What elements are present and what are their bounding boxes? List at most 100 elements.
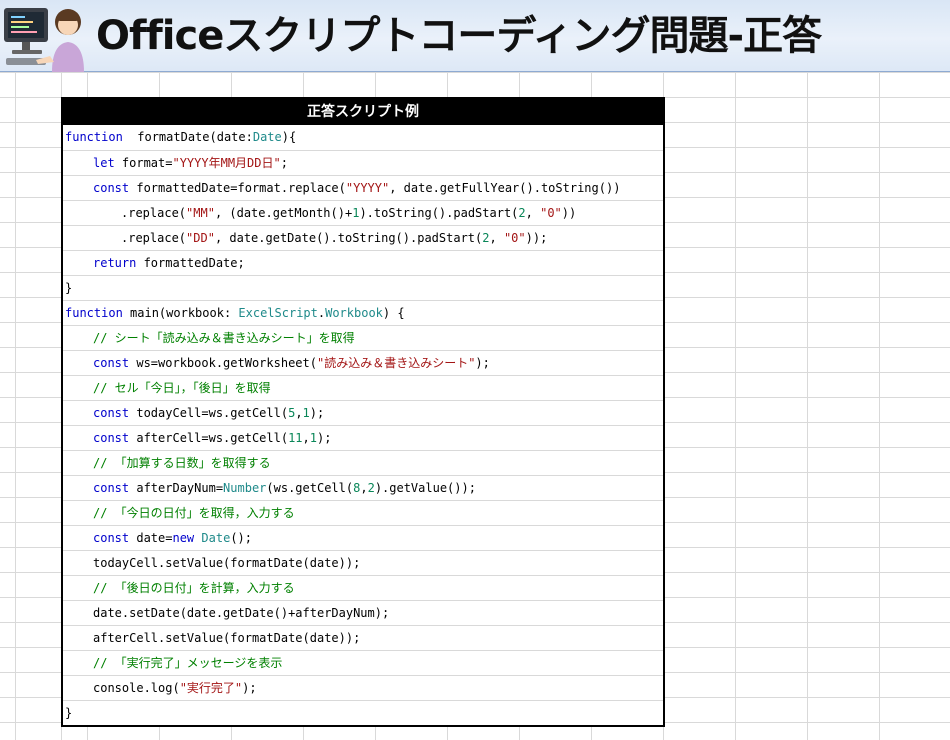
code-line: .replace("MM", (date.getMonth()+1).toStr… (63, 200, 663, 225)
code-token: (); (230, 531, 252, 545)
code-token: main(workbook: (122, 306, 239, 320)
code-token: // 「実行完了」メッセージを表示 (93, 656, 283, 670)
code-token: (ws.getCell( (266, 481, 354, 495)
code-line: function formatDate(date:Date){ (63, 125, 663, 150)
code-table: 正答スクリプト例 function formatDate(date:Date){… (61, 97, 665, 727)
code-line: function main(workbook: ExcelScript.Work… (63, 300, 663, 325)
code-line: console.log("実行完了"); (63, 675, 663, 700)
code-token: // シート「読み込み＆書き込みシート」を取得 (93, 331, 355, 345)
code-line: // 「後日の日付」を計算，入力する (63, 575, 663, 600)
code-token: const (93, 356, 130, 370)
code-token: )) (561, 206, 577, 220)
code-token: ); (242, 681, 257, 695)
code-token: formatDate(date: (122, 130, 253, 144)
code-token: "YYYY年MM月DD日" (172, 156, 281, 170)
code-token: , date.getDate().toString().padStart( (214, 231, 483, 245)
code-token: formattedDate=format.replace( (129, 181, 346, 195)
code-line: const afterDayNum=Number(ws.getCell(8,2)… (63, 475, 663, 500)
code-token: afterCell.setValue(formatDate(date)); (93, 631, 361, 645)
page-title: Officeスクリプトコーディング問題-正答 (96, 13, 822, 59)
code-token: "DD" (186, 231, 215, 245)
code-token: const (93, 181, 130, 195)
code-token: ) { (382, 306, 405, 320)
code-token: const (93, 481, 130, 495)
code-table-header: 正答スクリプト例 (63, 99, 663, 125)
code-token: , date.getFullYear().toString()) (389, 181, 621, 195)
code-token: // 「加算する日数」を取得する (93, 456, 271, 470)
code-token: ; (280, 156, 288, 170)
code-token: "読み込み＆書き込みシート" (316, 356, 476, 370)
code-token: // セル「今日」，「後日」を取得 (93, 381, 271, 395)
code-token: .replace( (121, 206, 187, 220)
code-line: const afterCell=ws.getCell(11,1); (63, 425, 663, 450)
code-token: } (65, 706, 73, 720)
code-token: , (360, 481, 368, 495)
code-line: const formattedDate=format.replace("YYYY… (63, 175, 663, 200)
code-token: afterCell=ws.getCell( (129, 431, 289, 445)
code-line: .replace("DD", date.getDate().toString()… (63, 225, 663, 250)
code-token: Number (223, 481, 267, 495)
code-token: 1 (309, 431, 317, 445)
code-token: 2 (367, 481, 375, 495)
code-token: "0" (540, 206, 562, 220)
code-line: const ws=workbook.getWorksheet("読み込み＆書き込… (63, 350, 663, 375)
code-token: new (172, 531, 195, 545)
code-line: const date=new Date(); (63, 525, 663, 550)
code-token: date.setDate(date.getDate()+afterDayNum)… (93, 606, 390, 620)
code-token: "実行完了" (179, 681, 243, 695)
code-token: // 「後日の日付」を計算，入力する (93, 581, 295, 595)
code-token: ); (475, 356, 490, 370)
code-token: ); (309, 406, 325, 420)
code-line: todayCell.setValue(formatDate(date)); (63, 550, 663, 575)
code-lines: function formatDate(date:Date){let forma… (63, 125, 663, 725)
code-token: formattedDate; (136, 256, 245, 270)
title-banner: Officeスクリプトコーディング問題-正答 (0, 0, 950, 72)
code-line: // 「実行完了」メッセージを表示 (63, 650, 663, 675)
code-token: .replace( (121, 231, 187, 245)
code-token: // 「今日の日付」を取得，入力する (93, 506, 295, 520)
code-token: Date (252, 130, 282, 144)
code-token: console.log( (93, 681, 180, 695)
code-token: const (93, 431, 130, 445)
code-token: 2 (518, 206, 526, 220)
code-token: "MM" (186, 206, 215, 220)
code-token: ).getValue()); (374, 481, 476, 495)
code-token: , (525, 206, 541, 220)
code-line: afterCell.setValue(formatDate(date)); (63, 625, 663, 650)
code-token: , (489, 231, 504, 245)
code-token: ws=workbook.getWorksheet( (129, 356, 317, 370)
code-token: const (93, 531, 130, 545)
code-line: } (63, 700, 663, 725)
code-token: afterDayNum= (129, 481, 224, 495)
code-line: date.setDate(date.getDate()+afterDayNum)… (63, 600, 663, 625)
code-token: ExcelScript (238, 306, 318, 320)
code-line: let format="YYYY年MM月DD日"; (63, 150, 663, 175)
code-token: 11 (288, 431, 303, 445)
code-token: , (295, 406, 303, 420)
code-token: ); (317, 431, 332, 445)
code-token: )); (525, 231, 548, 245)
code-token: 1 (302, 406, 310, 420)
code-line: } (63, 275, 663, 300)
code-token: format= (114, 156, 173, 170)
code-token: todayCell=ws.getCell( (129, 406, 289, 420)
code-line: // 「加算する日数」を取得する (63, 450, 663, 475)
code-line: // セル「今日」，「後日」を取得 (63, 375, 663, 400)
code-line: // シート「読み込み＆書き込みシート」を取得 (63, 325, 663, 350)
code-token: "YYYY" (345, 181, 390, 195)
code-line: // 「今日の日付」を取得，入力する (63, 500, 663, 525)
code-line: return formattedDate; (63, 250, 663, 275)
code-token: function (65, 306, 123, 320)
code-line: const todayCell=ws.getCell(5,1); (63, 400, 663, 425)
code-token: date= (129, 531, 173, 545)
code-token: let (93, 156, 115, 170)
code-token: } (65, 281, 73, 295)
code-token: "0" (503, 231, 526, 245)
code-token: todayCell.setValue(formatDate(date)); (93, 556, 361, 570)
code-token: , (date.getMonth()+ (214, 206, 353, 220)
code-token: ){ (281, 130, 297, 144)
code-token: , (302, 431, 310, 445)
code-token: return (93, 256, 137, 270)
code-token: Date (201, 531, 231, 545)
code-token: Workbook (325, 306, 383, 320)
